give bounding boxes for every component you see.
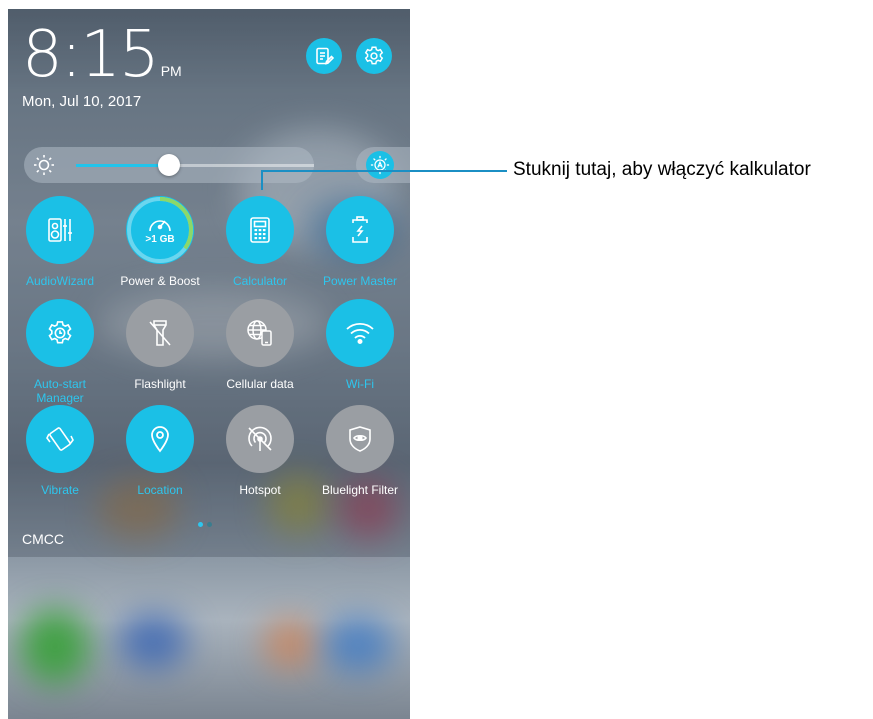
tile-circle bbox=[26, 299, 94, 367]
wallpaper-blur bbox=[263, 619, 318, 669]
notes-edit-icon bbox=[316, 47, 334, 65]
wallpaper-blur bbox=[323, 617, 393, 672]
carrier-name: CMCC bbox=[22, 531, 64, 547]
tile-flashlight[interactable]: Flashlight bbox=[110, 299, 210, 391]
tile-circle bbox=[326, 405, 394, 473]
clock-time: 8:15 bbox=[22, 18, 160, 92]
clock-ampm: PM bbox=[160, 63, 182, 79]
tile-power-master[interactable]: Power Master bbox=[310, 196, 410, 288]
tile-bluelight-filter[interactable]: Bluelight Filter bbox=[310, 405, 410, 497]
tile-label: Bluelight Filter bbox=[321, 483, 399, 497]
wallpaper-blur bbox=[20, 609, 90, 684]
eye-shield-icon bbox=[349, 426, 371, 452]
globe-phone-icon bbox=[247, 320, 272, 346]
tile-label: Auto-start Manager bbox=[33, 377, 87, 405]
brightness-slider[interactable] bbox=[24, 147, 314, 183]
tile-label: Hotspot bbox=[239, 483, 281, 497]
flashlight-off-icon bbox=[149, 320, 171, 346]
page-dot bbox=[207, 522, 212, 527]
tile-circle bbox=[326, 299, 394, 367]
tile-circle: >1 GB bbox=[126, 196, 194, 264]
brightness-thumb[interactable] bbox=[158, 154, 180, 176]
tile-label: Flashlight bbox=[134, 377, 186, 391]
wifi-icon bbox=[346, 322, 374, 344]
tile-calculator[interactable]: Calculator bbox=[210, 196, 310, 288]
tile-label: Wi-Fi bbox=[346, 377, 374, 391]
tile-circle bbox=[226, 196, 294, 264]
page-dot-active bbox=[198, 522, 203, 527]
brightness-icon bbox=[34, 155, 54, 175]
wallpaper-blur bbox=[118, 614, 188, 669]
tile-cellular-data[interactable]: Cellular data bbox=[210, 299, 310, 391]
callout-text: Stuknij tutaj, aby włączyć kalkulator bbox=[513, 159, 811, 180]
tile-hotspot[interactable]: Hotspot bbox=[210, 405, 310, 497]
callout-line-horizontal bbox=[261, 170, 507, 172]
date: Mon, Jul 10, 2017 bbox=[22, 93, 142, 110]
hotspot-off-icon bbox=[248, 426, 272, 451]
battery-icon bbox=[352, 216, 368, 243]
memory-freed-text: >1 GB bbox=[145, 234, 175, 245]
tile-label: Calculator bbox=[232, 274, 288, 288]
tile-circle bbox=[326, 196, 394, 264]
tile-power-boost[interactable]: >1 GB Power & Boost bbox=[110, 196, 210, 288]
speaker-eq-icon bbox=[48, 218, 72, 242]
tile-label: Power Master bbox=[322, 274, 398, 288]
tile-label: Power & Boost bbox=[120, 274, 200, 288]
tile-circle bbox=[26, 405, 94, 473]
tile-label: Vibrate bbox=[41, 483, 79, 497]
tile-auto-start-manager[interactable]: Auto-start Manager bbox=[10, 299, 110, 405]
tile-vibrate[interactable]: Vibrate bbox=[10, 405, 110, 497]
auto-brightness-container bbox=[356, 147, 410, 183]
tile-circle bbox=[26, 196, 94, 264]
tile-circle bbox=[126, 299, 194, 367]
callout-line-vertical bbox=[261, 170, 263, 190]
page-indicator bbox=[196, 514, 214, 532]
tile-audiowizard[interactable]: AudioWizard bbox=[10, 196, 110, 288]
calculator-icon bbox=[250, 217, 270, 243]
auto-brightness-icon bbox=[370, 155, 390, 175]
notes-button[interactable] bbox=[306, 38, 342, 74]
tile-label: Cellular data bbox=[226, 377, 294, 391]
clock: 8:15 PM bbox=[22, 23, 182, 103]
speedometer-icon bbox=[149, 220, 171, 232]
tile-wifi[interactable]: Wi-Fi bbox=[310, 299, 410, 391]
tile-label: Location bbox=[137, 483, 183, 497]
quick-settings-panel: 8:15 PM Mon, Jul 10, 2017 AudioWizard >1… bbox=[8, 9, 410, 719]
tile-circle bbox=[226, 299, 294, 367]
tile-circle bbox=[126, 405, 194, 473]
tile-label: AudioWizard bbox=[25, 274, 95, 288]
tile-circle bbox=[226, 405, 294, 473]
location-pin-icon bbox=[151, 426, 169, 453]
gear-clock-icon bbox=[48, 321, 72, 344]
gear-icon bbox=[364, 46, 384, 65]
tile-location[interactable]: Location bbox=[110, 405, 210, 497]
vibrate-icon bbox=[46, 427, 74, 451]
brightness-fill bbox=[76, 164, 169, 167]
settings-button[interactable] bbox=[356, 38, 392, 74]
auto-brightness-button[interactable] bbox=[366, 151, 394, 179]
